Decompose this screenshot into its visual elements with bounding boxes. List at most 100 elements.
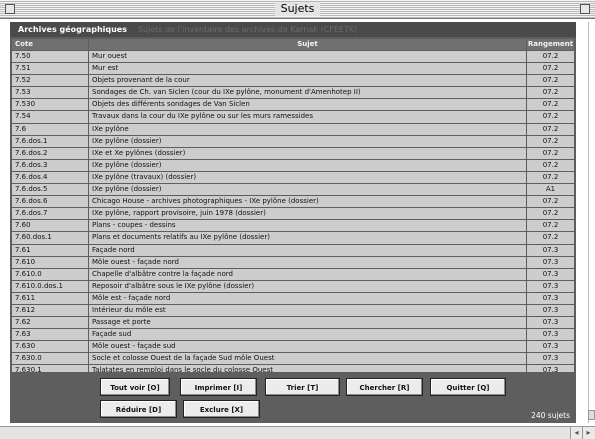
row-subject: IXe pylône (travaux) (dossier) [89,171,526,184]
row-code: 7.6.dos.6 [12,196,88,208]
table-row[interactable]: 7.53 Sondages de Ch. van Siclen (cour du … [12,87,574,99]
row-code: 7.60.dos.1 [12,232,88,244]
row-rangement: 07.2 [527,51,574,63]
row-rangement: 07.2 [527,159,574,171]
row-rangement: 07.3 [527,304,574,317]
table-row[interactable]: 7.6 IXe pylône 07.2 [12,123,574,136]
row-code: 7.54 [12,111,88,123]
scroll-right-arrow-icon[interactable]: ▸ [582,427,594,439]
row-code: 7.61 [12,244,88,256]
table-row[interactable]: 7.54 Travaux dans la cour du IXe pylône o… [12,111,574,123]
row-subject: IXe pylône [89,123,526,135]
row-subject: Môle ouest - façade sud [89,341,526,353]
section-title: Archives géographiques [18,25,127,34]
window-title: Sujets [274,2,321,16]
row-subject: Plans - coupes - dessins [89,220,526,232]
row-rangement: 07.2 [527,99,574,111]
row-rangement: 07.2 [527,111,574,123]
row-subject: Objets des différents sondages de Van Si… [89,99,526,111]
record-count: 240 sujets [531,411,570,420]
table-row[interactable]: 7.610.0 Chapelle d'albâtre contre la faça… [12,268,574,281]
row-rangement: 07.3 [527,341,574,353]
horizontal-scrollbar[interactable]: ◂ ▸ [0,426,595,439]
row-code: 7.611 [12,292,88,304]
row-subject: Socle et colosse Ouest de la façade Sud … [89,353,526,365]
table-row[interactable]: 7.612 Intérieur du môle est 07.3 [12,304,574,317]
row-subject: IXe pylône (dossier) [89,135,526,147]
sort-button[interactable]: Trier [T] [265,378,340,396]
row-code: 7.60 [12,220,88,232]
table-row[interactable]: 7.62 Passage et porte 07.3 [12,317,574,329]
zoom-box[interactable] [580,4,590,14]
show-all-button[interactable]: Tout voir [O] [100,378,170,396]
row-code: 7.6 [12,123,88,135]
section-subtitle: Sujets de l'inventaire des archives de K… [138,25,358,34]
row-code: 7.6.dos.2 [12,147,88,159]
subjects-table: 7.50 Mur ouest 07.2 7.51 Mur est 07.2 7.52 Obje… [12,51,574,378]
row-rangement: A1 [527,184,574,196]
row-subject: Mur est [89,63,526,75]
table-row[interactable]: 7.6.dos.6 Chicago House - archives photog… [12,196,574,208]
table-row[interactable]: 7.6.dos.5 IXe pylône (dossier) A1 [12,184,574,196]
table-row[interactable]: 7.630.0 Socle et colosse Ouest de la faça… [12,353,574,365]
table-row[interactable]: 7.6.dos.1 IXe pylône (dossier) 07.2 [12,135,574,148]
table-row[interactable]: 7.50 Mur ouest 07.2 [12,51,574,63]
row-rangement: 07.2 [527,63,574,75]
row-code: 7.610.0 [12,268,88,280]
row-code: 7.51 [12,63,88,75]
row-rangement: 07.3 [527,268,574,280]
row-subject: Chicago House - archives photographiques… [89,196,526,208]
table-row[interactable]: 7.63 Façade sud 07.3 [12,329,574,341]
row-rangement: 07.2 [527,232,574,244]
row-subject: IXe pylône (dossier) [89,184,526,196]
exclude-button[interactable]: Exclure [X] [183,400,260,418]
row-subject: Plans et documents relatifs au IXe pylôn… [89,232,526,244]
row-code: 7.6.dos.5 [12,184,88,196]
table-row[interactable]: 7.530 Objets des différents sondages de V… [12,99,574,111]
table-row[interactable]: 7.61 Façade nord 07.3 [12,244,574,257]
section-header: Archives géographiques Sujets de l'inven… [10,22,576,37]
table-row[interactable]: 7.611 Môle est - façade nord 07.3 [12,292,574,305]
row-rangement: 07.2 [527,208,574,220]
table-row[interactable]: 7.6.dos.4 IXe pylône (travaux) (dossier) 0… [12,171,574,184]
vertical-scrollbar[interactable] [588,22,595,423]
table-row[interactable]: 7.610.0.dos.1 Reposoir d'albâtre sous le … [12,280,574,293]
table-row[interactable]: 7.6.dos.2 IXe et Xe pylônes (dossier) 07.2 [12,147,574,160]
column-header-code[interactable]: Cote [12,39,88,50]
quit-button[interactable]: Quitter [Q] [430,378,506,396]
table-row[interactable]: 7.630 Môle ouest - façade sud 07.3 [12,341,574,353]
row-code: 7.63 [12,329,88,341]
scroll-left-arrow-icon[interactable]: ◂ [570,427,582,439]
row-subject: Passage et porte [89,317,526,329]
table-row[interactable]: 7.6.dos.3 IXe pylône (dossier) 07.2 [12,159,574,172]
row-rangement: 07.2 [527,171,574,184]
row-code: 7.630 [12,341,88,353]
row-subject: Mur ouest [89,51,526,63]
table-row[interactable]: 7.60 Plans - coupes - dessins 07.2 [12,220,574,232]
table-row[interactable]: 7.6.dos.7 IXe pylône, rapport provisoire,… [12,208,574,220]
row-rangement: 07.3 [527,292,574,304]
row-code: 7.612 [12,304,88,317]
reduce-button[interactable]: Réduire [D] [100,400,177,418]
row-code: 7.6.dos.3 [12,159,88,171]
row-rangement: 07.3 [527,329,574,341]
row-subject: Objets provenant de la cour [89,75,526,87]
row-subject: Façade nord [89,244,526,256]
row-code: 7.53 [12,87,88,99]
table-row[interactable]: 7.60.dos.1 Plans et documents relatifs au… [12,232,574,244]
table-row[interactable]: 7.610 Môle ouest - façade nord 07.3 [12,256,574,269]
row-rangement: 07.2 [527,87,574,99]
table-row[interactable]: 7.52 Objets provenant de la cour 07.2 [12,75,574,87]
row-subject: IXe pylône, rapport provisoire, juin 197… [89,208,526,220]
close-box[interactable] [5,4,15,14]
row-subject: Façade sud [89,329,526,341]
title-bar[interactable]: Sujets [0,0,595,19]
row-subject: IXe et Xe pylônes (dossier) [89,147,526,159]
print-button[interactable]: Imprimer [I] [180,378,257,396]
resize-handle[interactable] [588,410,595,420]
table-row[interactable]: 7.51 Mur est 07.2 [12,63,574,75]
row-rangement: 07.3 [527,280,574,292]
search-button[interactable]: Chercher [R] [346,378,423,396]
column-header-rangement[interactable]: Rangement [527,39,574,50]
column-header-subject[interactable]: Sujet [89,39,526,50]
